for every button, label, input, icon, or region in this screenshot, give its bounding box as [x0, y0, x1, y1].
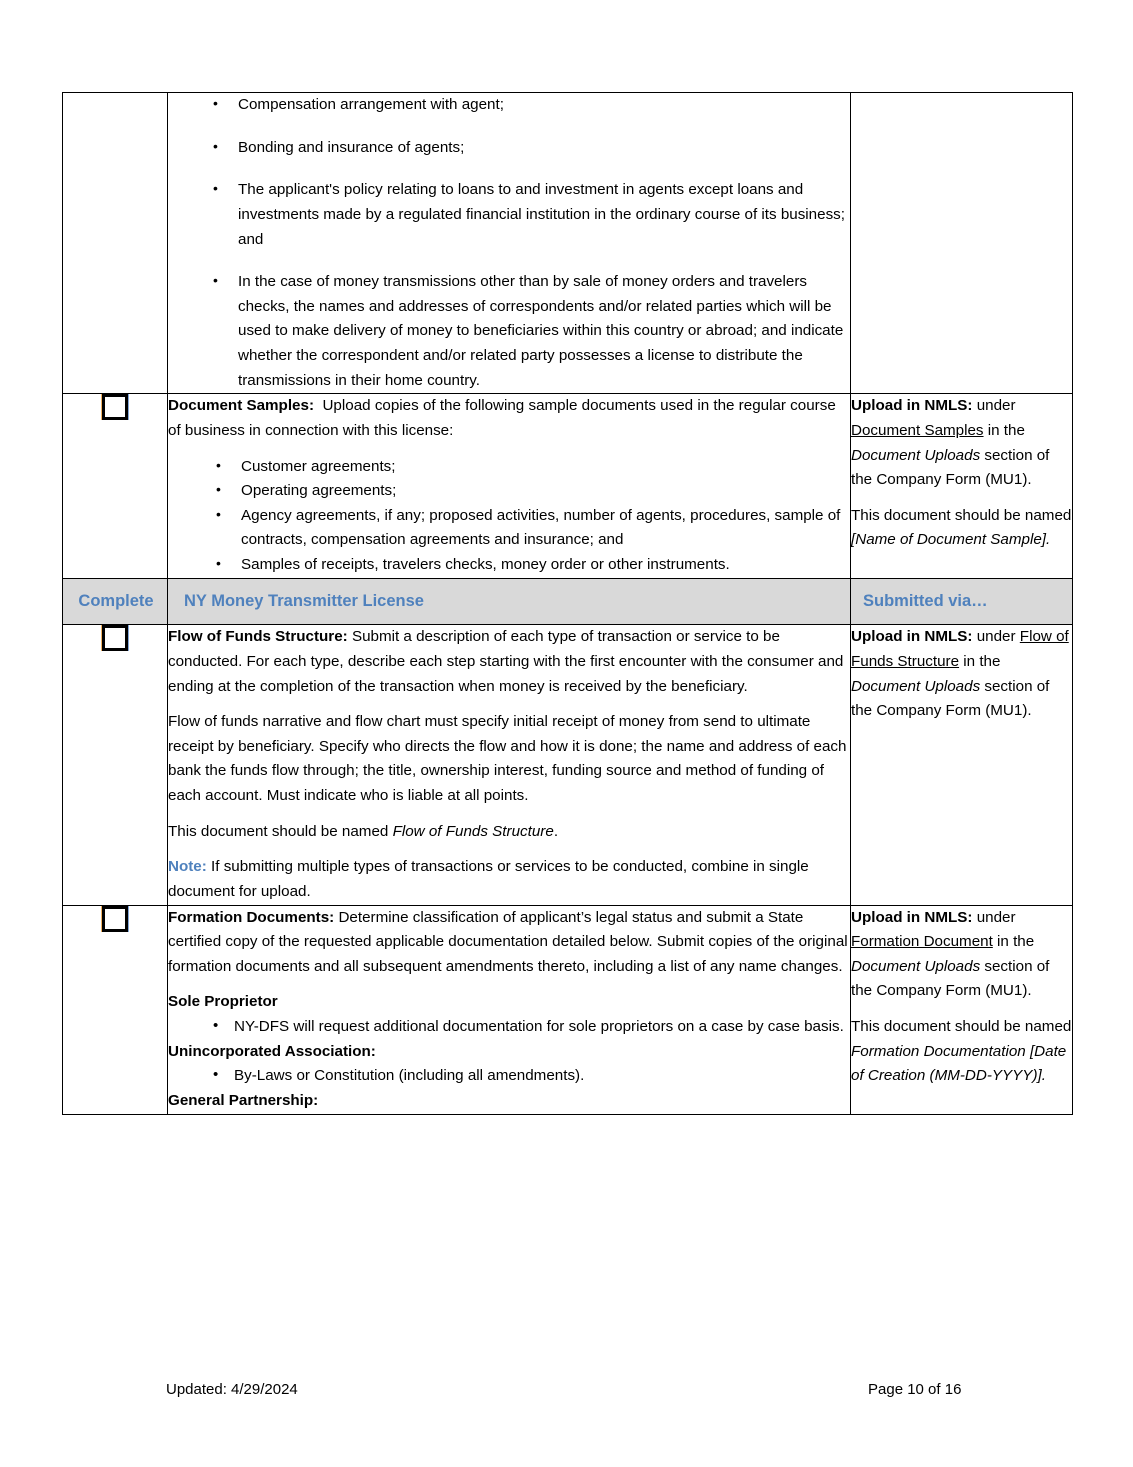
complete-checkbox-cell-document-samples[interactable] — [62, 393, 168, 579]
via-naming-paragraph: This document should be named [Name of D… — [851, 504, 1072, 553]
flow-of-funds-paragraph-1: Flow of Funds Structure: Submit a descri… — [168, 625, 850, 699]
page-footer: Updated: 4/29/2024 Page 10 of 16 — [62, 1381, 1072, 1409]
list-item: NY-DFS will request additional documenta… — [168, 1014, 850, 1040]
subheading-general-partnership: General Partnership: — [168, 1091, 319, 1109]
upload-in-nmls-label: Upload in NMLS: — [851, 628, 973, 646]
flow-of-funds-paragraph-3: This document should be named Flow of Fu… — [168, 820, 850, 845]
via-section-document-uploads: Document Uploads — [851, 677, 981, 695]
flow-of-funds-naming-text: This document should be named — [168, 822, 393, 840]
via-text-under: under — [972, 908, 1016, 926]
upload-in-nmls-label: Upload in NMLS: — [851, 908, 973, 926]
list-item-text: Agency agreements, if any; proposed acti… — [241, 506, 841, 549]
list-item-text: The applicant's policy relating to loans… — [238, 181, 845, 248]
via-instruction-paragraph: Upload in NMLS: under Document Samples i… — [851, 394, 1072, 493]
via-naming-placeholder: Formation Documentation [Date of Creatio… — [851, 1042, 1067, 1085]
complete-cell-empty[interactable] — [62, 91, 168, 395]
via-naming-paragraph: This document should be named Formation … — [851, 1015, 1072, 1089]
note-text: If submitting multiple types of transact… — [168, 858, 809, 900]
list-item-text: Customer agreements; — [241, 457, 396, 475]
continued-bullets-cell: Compensation arrangement with agent; Bon… — [167, 91, 851, 395]
list-item-text: Compensation arrangement with agent; — [238, 96, 504, 113]
document-page: Compensation arrangement with agent; Bon… — [0, 0, 1133, 1467]
via-instruction-paragraph: Upload in NMLS: under Flow of Funds Stru… — [851, 625, 1072, 724]
via-section-document-uploads: Document Uploads — [851, 957, 981, 975]
section-header-row: Complete NY Money Transmitter License Su… — [62, 577, 1073, 626]
document-samples-bullet-list: Customer agreements; Operating agreement… — [168, 454, 850, 578]
via-link-formation-document[interactable]: Formation Document — [851, 933, 993, 950]
header-submitted-via: Submitted via… — [850, 577, 1073, 626]
list-item: Compensation arrangement with agent; — [168, 92, 850, 118]
complete-checkbox-cell-flow-of-funds[interactable] — [62, 624, 168, 906]
list-item-text: Bonding and insurance of agents; — [238, 138, 465, 156]
checkbox-flow-of-funds[interactable] — [102, 625, 128, 652]
header-complete: Complete — [62, 577, 168, 626]
via-text-in: in the — [959, 652, 1001, 670]
list-item: Bonding and insurance of agents; — [168, 135, 850, 161]
list-item: The applicant's policy relating to loans… — [168, 177, 850, 252]
submitted-via-cell-formation-documents: Upload in NMLS: under Formation Document… — [850, 904, 1073, 1115]
submitted-via-cell-document-samples: Upload in NMLS: under Document Samples i… — [850, 393, 1073, 579]
formation-documents-title: Formation Documents: — [168, 908, 335, 926]
list-item: Agency agreements, if any; proposed acti… — [168, 503, 850, 553]
checkbox-formation-documents[interactable] — [102, 905, 128, 932]
checkbox-document-samples[interactable] — [102, 394, 128, 421]
table-row-flow-of-funds: Flow of Funds Structure: Submit a descri… — [62, 624, 1073, 906]
via-instruction-paragraph: Upload in NMLS: under Formation Document… — [851, 906, 1072, 1005]
via-link-document-samples[interactable]: Document Samples — [851, 422, 984, 439]
requirements-checklist-table: Compensation arrangement with agent; Bon… — [62, 91, 1073, 1115]
formation-documents-cell: Formation Documents: Determine classific… — [167, 904, 851, 1115]
document-samples-intro: Document Samples: Upload copies of the f… — [168, 394, 850, 443]
upload-in-nmls-label: Upload in NMLS: — [851, 397, 973, 415]
subheading-sole-proprietor: Sole Proprietor — [168, 993, 278, 1011]
table-row-document-samples: Document Samples: Upload copies of the f… — [62, 393, 1073, 579]
via-naming-text: This document should be named — [851, 1018, 1072, 1036]
list-item-text: Operating agreements; — [241, 482, 397, 500]
unincorporated-bullet-list: By-Laws or Constitution (including all a… — [168, 1063, 850, 1089]
flow-of-funds-document-name: Flow of Funds Structure — [392, 822, 554, 840]
via-naming-text: This document should be named — [851, 506, 1072, 524]
complete-checkbox-cell-formation-documents[interactable] — [62, 904, 168, 1115]
submitted-via-cell-empty — [850, 91, 1073, 395]
via-section-document-uploads: Document Uploads — [851, 446, 981, 464]
list-item-text: Samples of receipts, travelers checks, m… — [241, 556, 730, 573]
footer-updated-date: Updated: 4/29/2024 — [166, 1381, 298, 1398]
table-row-continued-bullets: Compensation arrangement with agent; Bon… — [62, 91, 1073, 395]
via-naming-placeholder: [Name of Document Sample]. — [851, 531, 1051, 549]
flow-of-funds-paragraph-2: Flow of funds narrative and flow chart m… — [168, 713, 847, 805]
subheading-unincorporated-association: Unincorporated Association: — [168, 1042, 376, 1060]
list-item-text: NY-DFS will request additional documenta… — [234, 1018, 844, 1036]
via-text-under: under — [972, 628, 1020, 646]
footer-page-number: Page 10 of 16 — [868, 1381, 962, 1398]
sole-proprietor-bullet-list: NY-DFS will request additional documenta… — [168, 1014, 850, 1040]
via-text-in: in the — [983, 421, 1025, 439]
via-text-under: under — [972, 397, 1016, 415]
list-item: Operating agreements; — [168, 478, 850, 504]
formation-documents-paragraph-1: Formation Documents: Determine classific… — [168, 906, 850, 980]
flow-of-funds-cell: Flow of Funds Structure: Submit a descri… — [167, 624, 851, 906]
flow-of-funds-note: Note: If submitting multiple types of tr… — [168, 858, 809, 900]
list-item: In the case of money transmissions other… — [168, 269, 850, 393]
submitted-via-cell-flow-of-funds: Upload in NMLS: under Flow of Funds Stru… — [850, 624, 1073, 906]
flow-of-funds-title: Flow of Funds Structure: — [168, 628, 348, 646]
continued-bullet-list: Compensation arrangement with agent; Bon… — [168, 92, 850, 393]
list-item-text: By-Laws or Constitution (including all a… — [234, 1067, 585, 1085]
via-text-in: in the — [992, 933, 1035, 951]
document-samples-cell: Document Samples: Upload copies of the f… — [167, 393, 851, 579]
list-item: Customer agreements; — [168, 454, 850, 480]
document-samples-title: Document Samples: — [168, 397, 315, 415]
list-item: Samples of receipts, travelers checks, m… — [168, 552, 850, 578]
list-item: By-Laws or Constitution (including all a… — [168, 1063, 850, 1089]
table-row-formation-documents: Formation Documents: Determine classific… — [62, 904, 1073, 1115]
flow-of-funds-naming-period: . — [553, 822, 559, 840]
header-license-title: NY Money Transmitter License — [167, 577, 851, 626]
list-item-text: In the case of money transmissions other… — [238, 273, 844, 389]
note-label: Note — [168, 858, 202, 876]
